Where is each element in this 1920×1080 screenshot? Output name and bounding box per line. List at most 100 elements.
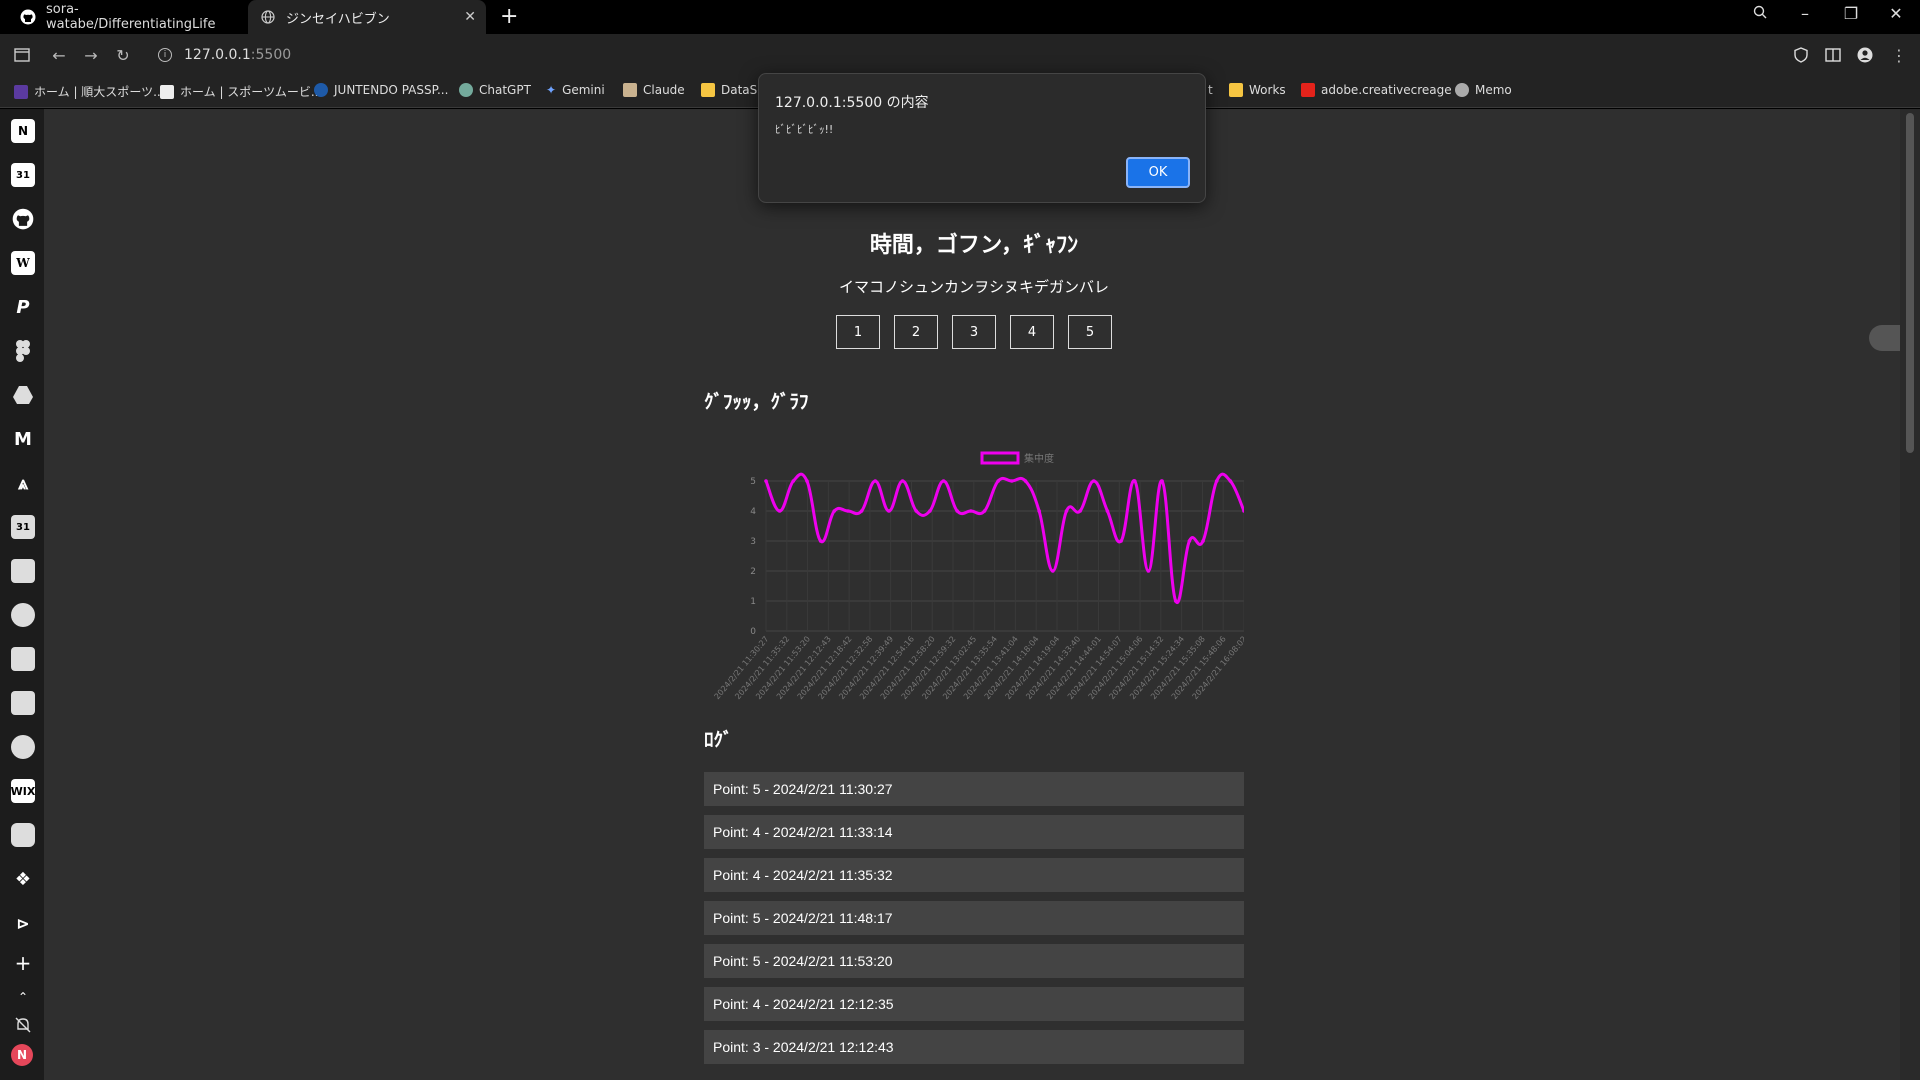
spotify-icon[interactable] <box>11 735 35 759</box>
bookmark-folder[interactable]: DataSc <box>701 83 764 97</box>
bookmark-item[interactable]: adobe.creativecreage <box>1301 83 1452 97</box>
alert-dialog: 127.0.0.1:5500 の内容 ﾋﾞﾋﾞﾋﾞﾋﾞｯ!! OK <box>758 73 1206 203</box>
tab-active-page[interactable]: ジンセイハビブン ✕ <box>248 0 486 34</box>
point-button-2[interactable]: 2 <box>894 315 938 349</box>
notion-icon[interactable]: N <box>11 119 35 143</box>
tab-label: sora-watabe/DifferentiatingLife <box>46 2 216 32</box>
data-point <box>832 509 837 513</box>
profile-icon[interactable] <box>1854 44 1876 66</box>
bookmark-folder[interactable]: Works <box>1229 83 1286 97</box>
data-point <box>969 509 973 513</box>
point-button-1[interactable]: 1 <box>836 315 880 349</box>
log-entry: Point: 4 - 2024/2/21 12:12:35 <box>704 987 1244 1021</box>
google-calendar-icon[interactable]: 31 <box>11 515 35 539</box>
github-icon[interactable] <box>11 207 35 231</box>
y-tick-label: 1 <box>750 597 756 607</box>
close-tab-icon[interactable]: ✕ <box>464 9 476 25</box>
bookmark-item[interactable]: ✦ Gemini <box>546 83 605 97</box>
tree-icon[interactable]: ⩓ <box>11 471 35 495</box>
reload-icon[interactable]: ↻ <box>112 44 134 66</box>
collapse-icon[interactable]: ⌃ <box>11 985 35 1009</box>
back-icon[interactable]: ← <box>48 44 70 66</box>
bookmark-item[interactable]: Claude <box>623 83 685 97</box>
gmail-icon[interactable]: M <box>11 427 35 451</box>
url-port: :5500 <box>250 47 292 63</box>
gemini-icon: ✦ <box>546 83 557 97</box>
wix-icon[interactable]: WIX <box>11 779 35 803</box>
bookmark-item[interactable]: ホーム | 順大スポーツ... <box>14 83 165 100</box>
bookmark-folder[interactable]: t <box>1208 83 1213 97</box>
legend-label[interactable]: 集中度 <box>1024 452 1054 465</box>
bookmark-item[interactable]: ChatGPT <box>459 83 531 97</box>
point-button-3[interactable]: 3 <box>952 315 996 349</box>
tab-github[interactable]: sora-watabe/DifferentiatingLife <box>8 0 246 34</box>
paypal-icon[interactable]: P <box>11 295 35 319</box>
search-tabs-icon[interactable] <box>1745 4 1775 23</box>
split-view-icon[interactable] <box>1822 44 1844 66</box>
data-point <box>777 509 782 513</box>
concentration-chart: 0123452024/2/21 11:30:272024/2/21 11:35:… <box>713 451 1244 701</box>
forward-icon[interactable]: → <box>80 44 102 66</box>
data-point <box>1201 539 1205 543</box>
juntendo-icon <box>14 84 28 99</box>
bookmark-item[interactable]: ホーム | スポーツムービ... <box>160 83 322 100</box>
data-point <box>791 479 796 483</box>
new-tab-button[interactable]: + <box>500 4 518 29</box>
address-bar[interactable]: i 127.0.0.1:5500 <box>158 44 291 66</box>
restore-icon[interactable]: ❐ <box>1836 4 1866 23</box>
avatar[interactable]: N <box>11 1044 33 1066</box>
legend-swatch[interactable] <box>980 451 1020 465</box>
dialog-title: 127.0.0.1:5500 の内容 <box>775 95 929 111</box>
menu-icon[interactable]: ⋮ <box>1888 44 1910 66</box>
data-point <box>1173 599 1178 603</box>
folder-icon <box>701 83 715 97</box>
shield-icon[interactable] <box>1790 44 1812 66</box>
data-point <box>1091 479 1096 483</box>
calendar-icon[interactable]: 31 <box>11 163 35 187</box>
page-title: 時間，ゴフン，ｷﾞｬﾌﾝ <box>869 233 1079 258</box>
scrollbar[interactable] <box>1900 109 1920 1080</box>
point-buttons: 1 2 3 4 5 <box>704 315 1244 349</box>
point-button-4[interactable]: 4 <box>1010 315 1054 349</box>
close-window-icon[interactable]: ✕ <box>1881 4 1911 23</box>
maps-icon[interactable] <box>11 559 35 583</box>
google-drive-icon[interactable] <box>11 383 35 407</box>
bookmark-item[interactable]: JUNTENDO PASSP... <box>314 83 448 97</box>
figma-icon[interactable] <box>11 339 35 363</box>
page-subtitle: イマコノシュンカンヲシヌキデガンバレ <box>838 278 1109 296</box>
terminal-icon[interactable]: ⊳ <box>11 911 35 935</box>
contacts-icon[interactable] <box>11 647 35 671</box>
adobe-icon <box>1301 83 1315 97</box>
dropbox-icon[interactable]: ❖ <box>11 867 35 891</box>
data-point <box>1037 509 1041 513</box>
data-point <box>873 479 878 483</box>
point-button-5[interactable]: 5 <box>1068 315 1112 349</box>
log-entry: Point: 3 - 2024/2/21 12:12:43 <box>704 1030 1244 1064</box>
series-line <box>764 472 1244 605</box>
scrollbar-thumb[interactable] <box>1906 113 1914 453</box>
page-viewport: 時間，ゴフン，ｷﾞｬﾌﾝ イマコノシュンカンヲシヌキデガンバレ 1 2 3 4 … <box>44 109 1900 1080</box>
photos-icon[interactable] <box>11 603 35 627</box>
docs-icon[interactable] <box>11 691 35 715</box>
y-tick-label: 5 <box>750 477 756 487</box>
site-icon <box>160 84 174 99</box>
log-entry: Point: 4 - 2024/2/21 11:33:14 <box>704 815 1244 849</box>
floating-helper-button[interactable] <box>1869 325 1903 351</box>
data-point <box>1228 479 1233 483</box>
add-app-icon[interactable]: + <box>11 951 35 975</box>
sidebar-toggle-icon[interactable] <box>11 44 33 66</box>
juntendo-passport-icon <box>314 83 328 97</box>
data-point <box>928 509 932 513</box>
graph-heading: ｸﾞﾌｯｯ，ｸﾞﾗﾌ <box>704 391 809 413</box>
notifications-off-icon[interactable] <box>11 1013 35 1037</box>
site-info-icon[interactable]: i <box>158 48 172 62</box>
wikipedia-icon[interactable]: W <box>11 251 35 275</box>
discord-icon[interactable] <box>11 823 35 847</box>
bookmark-item[interactable]: Memo <box>1455 83 1512 97</box>
app-sidebar: N 31 W P M ⩓ 31 WIX ❖ ⊳ + ⌃ N <box>0 109 44 1080</box>
tab-label: ジンセイハビブン <box>286 11 390 27</box>
minimize-icon[interactable]: – <box>1790 4 1820 23</box>
ok-button[interactable]: OK <box>1126 157 1190 188</box>
github-icon <box>20 9 36 25</box>
data-point <box>955 509 959 513</box>
